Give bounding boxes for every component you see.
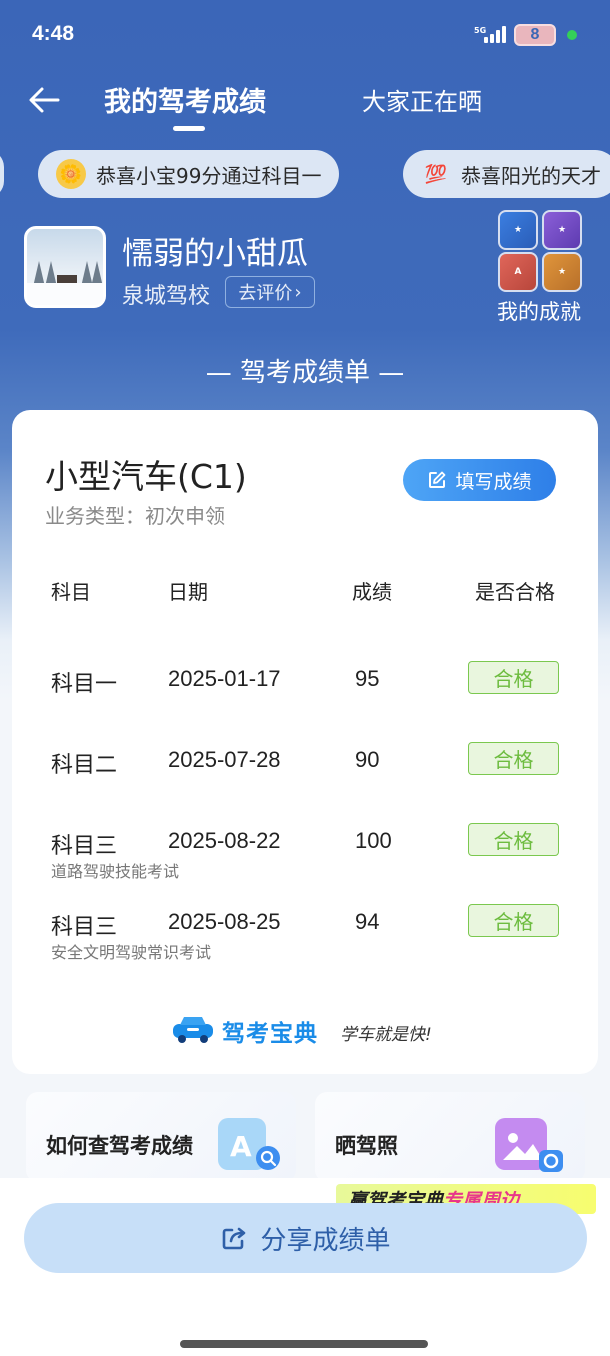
row-score: 95 bbox=[355, 666, 380, 691]
table-row: 科目三 2025-08-22 100 合格 道路驾驶技能考试 bbox=[12, 823, 598, 888]
edit-icon bbox=[429, 471, 446, 488]
tile-show-license[interactable]: 晒驾照 bbox=[315, 1092, 585, 1182]
business-type: 业务类型：初次申领 bbox=[45, 504, 225, 528]
ticker-pill-partial bbox=[0, 150, 4, 198]
header-passed: 是否合格 bbox=[475, 580, 555, 604]
privacy-indicator-icon bbox=[567, 30, 577, 40]
row-score: 90 bbox=[355, 747, 380, 772]
ticker-pill: 💯 恭喜阳光的天才 bbox=[403, 150, 610, 198]
row-date: 2025-08-22 bbox=[168, 828, 281, 853]
tab-active-indicator bbox=[173, 126, 205, 131]
share-label: 分享成绩单 bbox=[260, 1225, 391, 1256]
hundred-points-icon: 💯 bbox=[424, 163, 448, 185]
svg-text:A: A bbox=[230, 1130, 252, 1163]
row-subject: 科目二 bbox=[51, 753, 118, 778]
table-row: 科目一 2025-01-17 95 合格 bbox=[12, 661, 598, 726]
ticker-text: 恭喜小宝99分通过科目一 bbox=[96, 163, 322, 188]
signal-icon bbox=[482, 25, 508, 43]
tab-everyone-sharing[interactable]: 大家正在晒 bbox=[362, 82, 482, 117]
badge-icon: ★ bbox=[542, 252, 582, 292]
ticker-text: 恭喜阳光的天才 bbox=[461, 163, 601, 188]
driving-school: 泉城驾校 bbox=[122, 284, 211, 309]
header-score: 成绩 bbox=[352, 580, 392, 604]
pass-badge: 合格 bbox=[468, 904, 559, 937]
row-date: 2025-01-17 bbox=[168, 666, 281, 691]
username: 懦弱的小甜瓜 bbox=[122, 236, 308, 272]
row-description: 道路驾驶技能考试 bbox=[51, 862, 180, 881]
flower-icon: 🌼 bbox=[56, 159, 86, 189]
brand-logo: 驾考宝典 学车就是快! bbox=[170, 1012, 450, 1048]
score-card: 小型汽车(C1) 业务类型：初次申领 填写成绩 科目 日期 成绩 是否合格 科目… bbox=[12, 410, 598, 1074]
photo-camera-icon bbox=[495, 1118, 563, 1172]
row-subject: 科目一 bbox=[51, 672, 118, 697]
ticker-pill: 🌼 恭喜小宝99分通过科目一 bbox=[38, 150, 340, 198]
fill-score-button[interactable]: 填写成绩 bbox=[403, 459, 556, 501]
badge-icon: ★ bbox=[498, 210, 538, 250]
battery-icon: 8 bbox=[514, 24, 556, 46]
fill-score-label: 填写成绩 bbox=[455, 470, 532, 493]
tile-label: 如何查驾考成绩 bbox=[46, 1134, 193, 1158]
rate-button[interactable]: 去评价 › bbox=[225, 276, 315, 308]
header-subject: 科目 bbox=[51, 580, 91, 604]
section-title: — 驾考成绩单 — bbox=[205, 358, 405, 388]
rate-label: 去评价 bbox=[238, 283, 293, 304]
profile-section: 懦弱的小甜瓜 泉城驾校 去评价 › ★ ★ A ★ 我的成就 bbox=[0, 210, 610, 340]
brand-name: 驾考宝典 bbox=[222, 1021, 318, 1047]
chevron-right-icon: › bbox=[294, 281, 302, 303]
top-nav: 我的驾考成绩 大家正在晒 bbox=[0, 70, 610, 131]
home-indicator[interactable] bbox=[180, 1340, 428, 1348]
back-arrow-icon[interactable] bbox=[24, 80, 64, 120]
achievement-badges[interactable]: ★ ★ A ★ bbox=[498, 210, 588, 294]
row-subject: 科目三 bbox=[51, 915, 118, 940]
pass-badge: 合格 bbox=[468, 742, 559, 775]
row-subject: 科目三 bbox=[51, 834, 118, 859]
pass-badge: 合格 bbox=[468, 661, 559, 694]
badge-icon: A bbox=[498, 252, 538, 292]
tile-check-score[interactable]: 如何查驾考成绩 A bbox=[26, 1092, 296, 1182]
status-time: 4:48 bbox=[32, 22, 75, 45]
pass-badge: 合格 bbox=[468, 823, 559, 856]
tab-my-scores[interactable]: 我的驾考成绩 bbox=[104, 80, 266, 119]
vehicle-type: 小型汽车(C1) bbox=[45, 457, 247, 496]
tile-label: 晒驾照 bbox=[335, 1134, 398, 1158]
share-scorecard-button[interactable]: 分享成绩单 bbox=[24, 1203, 587, 1273]
row-date: 2025-08-25 bbox=[168, 909, 281, 934]
badge-icon: ★ bbox=[542, 210, 582, 250]
achievements-label[interactable]: 我的成就 bbox=[497, 296, 581, 326]
row-score: 94 bbox=[355, 909, 380, 934]
brand-slogan: 学车就是快! bbox=[340, 1025, 432, 1045]
table-row: 科目二 2025-07-28 90 合格 bbox=[12, 742, 598, 807]
search-document-icon: A bbox=[218, 1118, 280, 1170]
row-date: 2025-07-28 bbox=[168, 747, 281, 772]
share-icon bbox=[223, 1227, 246, 1250]
row-description: 安全文明驾驶常识考试 bbox=[51, 943, 212, 962]
battery-level: 8 bbox=[530, 26, 540, 43]
congrats-ticker: 🌼 恭喜小宝99分通过科目一 💯 恭喜阳光的天才 bbox=[0, 150, 610, 198]
header-date: 日期 bbox=[168, 580, 208, 604]
shortcut-tiles: 如何查驾考成绩 A 晒驾照 bbox=[0, 1092, 610, 1182]
avatar[interactable] bbox=[24, 226, 106, 308]
table-row: 科目三 2025-08-25 94 合格 安全文明驾驶常识考试 bbox=[12, 904, 598, 969]
status-bar: 4:48 5G 8 bbox=[0, 0, 610, 70]
row-score: 100 bbox=[355, 828, 392, 853]
car-logo-icon bbox=[173, 1017, 213, 1043]
